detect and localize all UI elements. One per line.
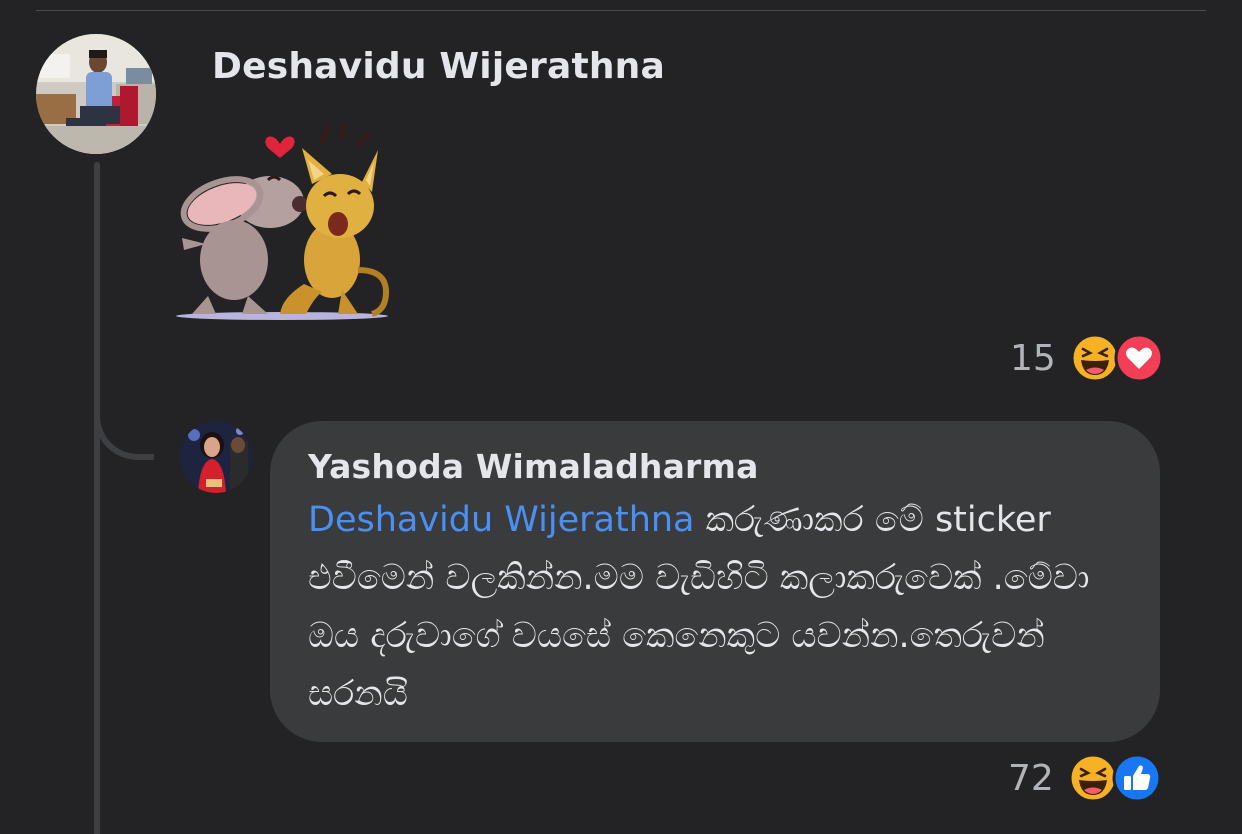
- comment-thread: Deshavidu Wijerathna 15 Yashoda Wimaladh…: [0, 0, 1242, 834]
- mention-link[interactable]: Deshavidu Wijerathna: [308, 500, 695, 540]
- reply-text: Deshavidu Wijerathna කරුණාකර මේ sticker එ…: [308, 491, 1126, 723]
- thread-branch: [94, 380, 154, 460]
- avatar-deshavidu[interactable]: [36, 34, 156, 154]
- haha-icon: [1070, 333, 1120, 383]
- haha-icon: [1068, 753, 1118, 803]
- reply-text-line1: කරුණාකර මේ sticker: [694, 500, 1051, 540]
- reaction-count: 72: [1008, 757, 1054, 799]
- reply-bubble: Yashoda Wimaladharma Deshavidu Wijerathn…: [270, 421, 1160, 742]
- reply-text-line2: එවීමෙන් වලකින්න.මම වැඩිහිටි කලාකරුවෙක් .…: [308, 558, 1090, 598]
- love-icon: [1114, 333, 1164, 383]
- reaction-count: 15: [1010, 337, 1056, 379]
- thread-line: [94, 162, 100, 834]
- divider: [36, 10, 1206, 11]
- reply-text-line3: ඔය දරුවාගේ වයසේ කෙනෙකුට යවන්න.තෙරුවන්: [308, 616, 1045, 656]
- reply-text-line4: සරනයි: [308, 674, 408, 714]
- comment-reactions[interactable]: 15: [1010, 332, 1164, 384]
- avatar-yashoda[interactable]: [180, 421, 252, 493]
- like-icon: [1112, 753, 1162, 803]
- reply-author-name[interactable]: Yashoda Wimaladharma: [308, 445, 1122, 489]
- reply-reactions[interactable]: 72: [1008, 752, 1162, 804]
- comment-author-name[interactable]: Deshavidu Wijerathna: [212, 46, 665, 87]
- mouse-kissing-cat-sticker[interactable]: [172, 120, 398, 326]
